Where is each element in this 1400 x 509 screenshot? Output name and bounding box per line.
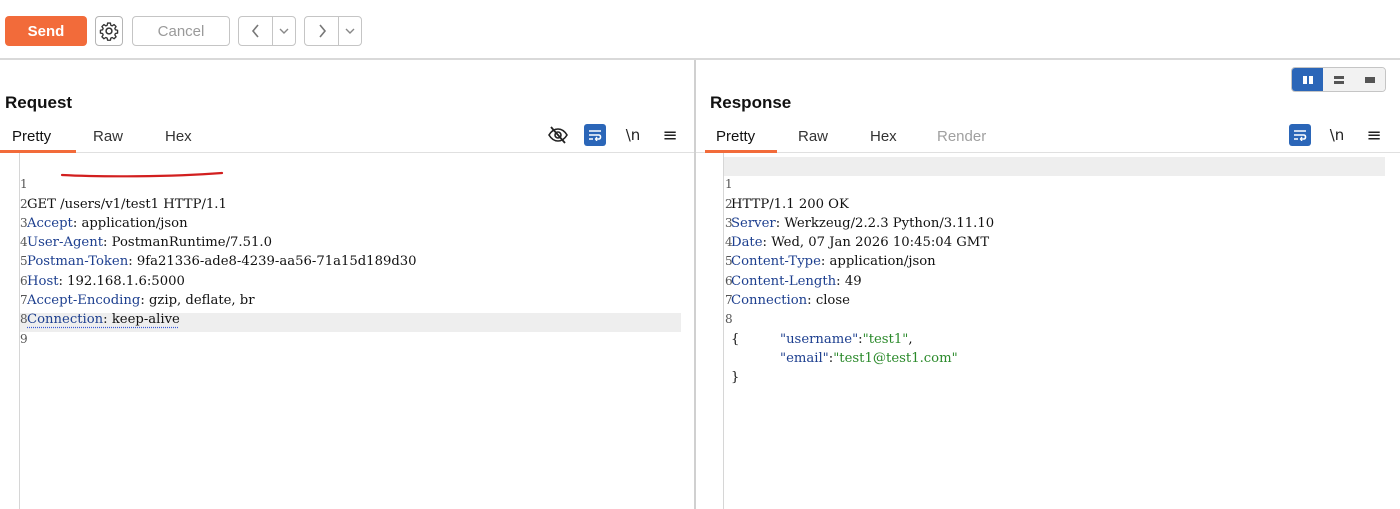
response-line: "email":"test1@test1.com"	[705, 330, 1395, 366]
word-wrap-toggle[interactable]	[584, 124, 606, 146]
json-close-brace: }	[731, 370, 740, 386]
response-title: Response	[710, 93, 792, 112]
settings-button[interactable]	[95, 16, 123, 46]
back-button-group	[238, 16, 296, 46]
request-line: 6 Accept-Encoding: gzip, deflate, br	[0, 252, 690, 308]
send-button[interactable]: Send	[5, 16, 87, 46]
tab-response-render[interactable]: Render	[937, 128, 986, 145]
response-word-wrap-toggle[interactable]	[1289, 124, 1311, 146]
tab-response-raw[interactable]: Raw	[798, 128, 828, 145]
tabbed-view-button[interactable]	[1354, 68, 1385, 91]
pane-divider[interactable]	[694, 60, 696, 509]
tab-request-pretty[interactable]: Pretty	[12, 128, 51, 145]
request-title: Request	[5, 93, 73, 112]
split-vertical-view-button[interactable]	[1323, 68, 1354, 91]
back-history-dropdown[interactable]	[273, 17, 295, 45]
chevron-down-icon	[345, 28, 355, 34]
request-line: 4 Postman-Token: 9fa21336-ade8-4239-aa56…	[0, 214, 690, 269]
request-tabbar-divider	[0, 152, 694, 153]
response-line: 1 HTTP/1.1 200 OK	[705, 156, 1395, 211]
response-line: 8 {	[705, 291, 1395, 346]
annotation-underline	[60, 171, 224, 178]
request-active-tab-indicator	[0, 150, 76, 153]
wrap-lines-icon	[589, 130, 602, 141]
show-newlines-toggle[interactable]: \n	[622, 124, 644, 146]
tab-response-pretty[interactable]: Pretty	[716, 128, 755, 145]
response-show-newlines-toggle[interactable]: \n	[1326, 124, 1348, 146]
layout-toggle	[1291, 67, 1386, 92]
gear-icon	[99, 22, 119, 41]
split-horizontal-view-button[interactable]	[1292, 68, 1323, 91]
rows-icon	[1333, 75, 1344, 84]
request-line: 8	[0, 291, 690, 326]
hide-eye-icon[interactable]	[546, 124, 570, 146]
tab-request-raw[interactable]: Raw	[93, 128, 123, 145]
request-line: 7 Connection: keep-alive	[0, 272, 690, 327]
response-active-tab-indicator	[705, 150, 777, 153]
response-line: 7	[705, 272, 1395, 307]
back-button[interactable]	[239, 17, 273, 45]
chevron-left-icon	[251, 24, 259, 38]
response-line: 6 Connection: close	[705, 252, 1395, 308]
tab-response-hex[interactable]: Hex	[870, 128, 897, 145]
response-tabbar-divider	[696, 152, 1400, 153]
response-line: 3 Date: Wed, 07 Jan 2026 10:45:04 GMT	[705, 195, 1395, 250]
wrap-lines-icon	[1294, 130, 1307, 141]
request-line: 3 User-Agent: PostmanRuntime/7.51.0	[0, 195, 690, 250]
request-line: 9	[0, 310, 690, 346]
request-line: 5 Host: 192.168.1.6:5000	[0, 233, 690, 288]
columns-icon	[1302, 75, 1313, 84]
response-line: }	[705, 349, 1395, 385]
tab-request-hex[interactable]: Hex	[165, 128, 192, 145]
chevron-down-icon	[279, 28, 289, 34]
forward-button[interactable]	[305, 17, 339, 45]
response-editor[interactable]: 1 HTTP/1.1 200 OK 2 Server: Werkzeug/2.2…	[705, 156, 1395, 385]
forward-button-group	[304, 16, 362, 46]
response-line: 5 Content-Length: 49	[705, 233, 1395, 288]
toolbar: Send Cancel	[0, 0, 1400, 60]
response-line: 2 Server: Werkzeug/2.2.3 Python/3.11.10	[705, 175, 1395, 231]
response-line: 4 Content-Type: application/json	[705, 214, 1395, 269]
cancel-button[interactable]: Cancel	[132, 16, 230, 46]
chevron-right-icon	[318, 24, 326, 38]
forward-history-dropdown[interactable]	[339, 17, 361, 45]
line-number: 9	[19, 331, 28, 346]
single-pane-icon	[1364, 76, 1375, 83]
response-menu-button[interactable]: ≡	[1363, 124, 1385, 146]
response-line: "username":"test1",	[705, 310, 1395, 347]
request-menu-button[interactable]: ≡	[659, 124, 681, 146]
request-editor[interactable]: 1 GET /users/v1/test1 HTTP/1.1 2 Accept:…	[0, 156, 690, 346]
